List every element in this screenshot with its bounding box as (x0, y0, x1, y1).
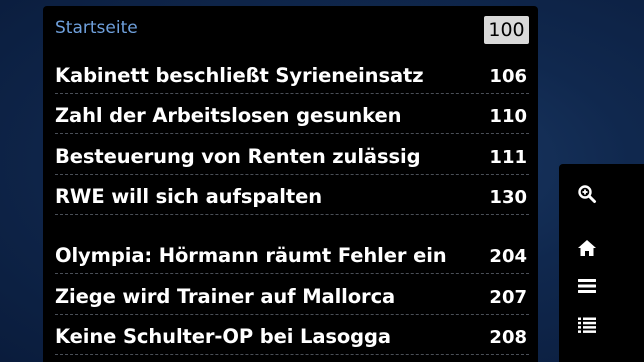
menu-icon (578, 279, 596, 293)
list-icon (578, 317, 596, 333)
item-title: Keine Schulter-OP bei Lasogga (55, 324, 391, 348)
item-title: Olympia: Hörmann räumt Fehler ein (55, 243, 447, 267)
header-title[interactable]: Startseite (55, 18, 138, 38)
item-page-number: 207 (489, 287, 527, 308)
list-item[interactable]: Zahl der Arbeitslosen gesunken 110 (55, 94, 529, 134)
teletext-panel: Startseite 100 Kabinett beschließt Syrie… (43, 6, 538, 362)
item-page-number: 204 (489, 246, 527, 267)
item-page-number: 106 (489, 66, 527, 87)
panel-header: Startseite 100 (43, 6, 538, 50)
zoom-in-button[interactable] (575, 182, 599, 206)
current-page-badge[interactable]: 100 (484, 16, 529, 44)
side-toolbar (559, 164, 644, 362)
zoom-in-icon (578, 185, 596, 203)
item-title: Ziege wird Trainer auf Mallorca (55, 284, 396, 308)
item-page-number: 130 (489, 187, 527, 208)
item-title: Zahl der Arbeitslosen gesunken (55, 103, 402, 127)
item-title: RWE will sich aufspalten (55, 184, 322, 208)
list-item[interactable]: Ziege wird Trainer auf Mallorca 207 (55, 275, 529, 315)
home-button[interactable] (575, 236, 599, 260)
item-page-number: 110 (489, 106, 527, 127)
list-item[interactable]: Olympia: Hörmann räumt Fehler ein 204 (55, 234, 529, 274)
list-item[interactable]: Keine Schulter-OP bei Lasogga 208 (55, 315, 529, 355)
item-page-number: 111 (489, 147, 527, 168)
home-icon (578, 240, 596, 256)
list-item[interactable]: Kabinett beschließt Syrieneinsatz 106 (55, 54, 529, 94)
list-item[interactable]: RWE will sich aufspalten 130 (55, 175, 529, 215)
menu-button[interactable] (575, 274, 599, 298)
item-page-number: 208 (489, 327, 527, 348)
item-title: Kabinett beschließt Syrieneinsatz (55, 63, 424, 87)
item-title: Besteuerung von Renten zulässig (55, 144, 421, 168)
list-button[interactable] (575, 313, 599, 337)
list-item[interactable]: Besteuerung von Renten zulässig 111 (55, 135, 529, 175)
